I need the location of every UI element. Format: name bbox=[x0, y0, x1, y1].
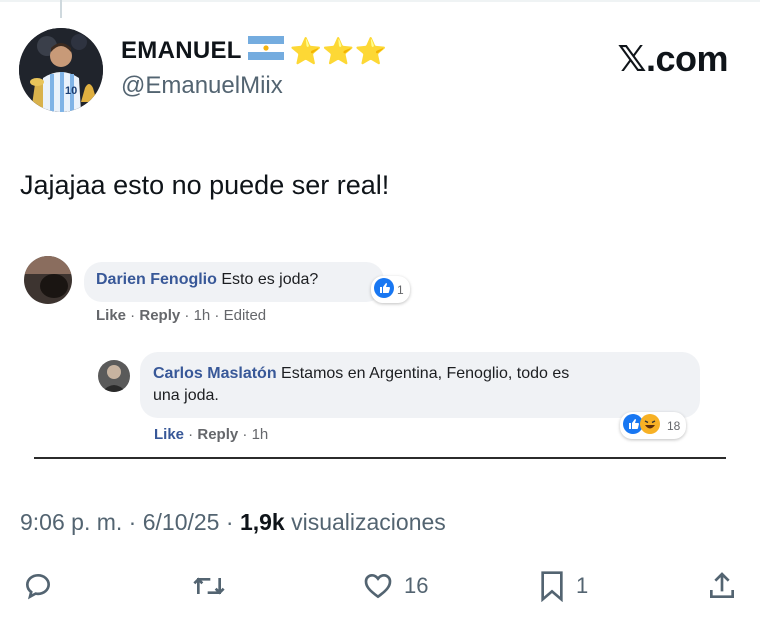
bookmark-count: 1 bbox=[576, 573, 589, 598]
avatar-image: 10 bbox=[19, 28, 103, 112]
top-divider bbox=[0, 0, 760, 2]
views-count: 1,9k bbox=[239, 509, 285, 535]
comment-edited: Edited bbox=[223, 307, 267, 324]
tweet-timestamp[interactable]: 9:06 p. m. · 6/10/25 · 1,9k visualizacio… bbox=[20, 509, 446, 536]
argentina-flag-icon bbox=[247, 36, 284, 65]
comment-text: Esto es joda? bbox=[221, 271, 319, 288]
reply-text-line2: una joda. bbox=[153, 387, 219, 404]
comment-meta: Like · Reply · 1h · Edited bbox=[96, 307, 267, 324]
comment-time: 1h bbox=[193, 307, 211, 324]
reply-button[interactable] bbox=[22, 570, 54, 602]
svg-text:10: 10 bbox=[65, 85, 77, 97]
author-handle[interactable]: @EmanuelMiix bbox=[121, 72, 283, 100]
reaction-badge: 1 bbox=[371, 276, 410, 303]
reply-bubble: Carlos Maslatón Estamos en Argentina, Fe… bbox=[140, 352, 700, 418]
star-icons: ⭐⭐⭐ bbox=[289, 35, 387, 66]
like-reaction-icon bbox=[374, 278, 394, 301]
commenter-avatar bbox=[24, 256, 72, 304]
reply-avatar bbox=[98, 360, 130, 392]
share-button[interactable] bbox=[706, 570, 738, 602]
reaction-count: 1 bbox=[397, 282, 404, 297]
author-name-row[interactable]: EMANUEL ⭐⭐⭐ bbox=[121, 36, 387, 65]
tweet-time[interactable]: 9:06 p. m. bbox=[20, 509, 122, 535]
views-label: visualizaciones bbox=[291, 509, 446, 535]
reply-time: 1h bbox=[251, 426, 269, 443]
comment-bubble: Darien Fenoglio Esto es joda? bbox=[84, 262, 384, 302]
heart-icon bbox=[364, 573, 392, 599]
bookmark-icon bbox=[541, 571, 563, 602]
repost-button[interactable] bbox=[190, 570, 228, 602]
reply-reaction-count: 18 bbox=[667, 418, 681, 433]
comment-like-link: Like bbox=[96, 307, 127, 324]
x-logo: 𝕏.com bbox=[617, 38, 728, 79]
screenshot-crop-line bbox=[34, 457, 726, 459]
reply-reaction-badge: 18 bbox=[620, 412, 687, 439]
share-icon bbox=[710, 572, 734, 598]
haha-reaction-icon bbox=[640, 414, 660, 437]
reply-like-link: Like bbox=[154, 426, 185, 443]
like-count: 16 bbox=[404, 573, 429, 598]
repost-icon bbox=[193, 577, 225, 595]
bookmark-button[interactable]: 1 bbox=[538, 570, 588, 602]
author-display-name[interactable]: EMANUEL bbox=[121, 37, 242, 65]
author-avatar[interactable]: 10 bbox=[19, 28, 103, 112]
reply-author-name: Carlos Maslatón bbox=[153, 365, 277, 382]
tweet-text: Jajajaa esto no puede ser real! bbox=[20, 170, 390, 200]
reply-text-line1: Estamos en Argentina, Fenoglio, todo es bbox=[281, 365, 570, 382]
tweet-date[interactable]: 6/10/25 bbox=[143, 509, 220, 535]
comment-reply-link: Reply bbox=[139, 307, 181, 324]
reply-meta: Like · Reply · 1h bbox=[154, 426, 269, 443]
like-button[interactable]: 16 bbox=[362, 570, 428, 602]
thread-line bbox=[60, 0, 62, 18]
reply-reply-link: Reply bbox=[197, 426, 239, 443]
reply-icon bbox=[25, 573, 51, 600]
commenter-name: Darien Fenoglio bbox=[96, 271, 217, 288]
